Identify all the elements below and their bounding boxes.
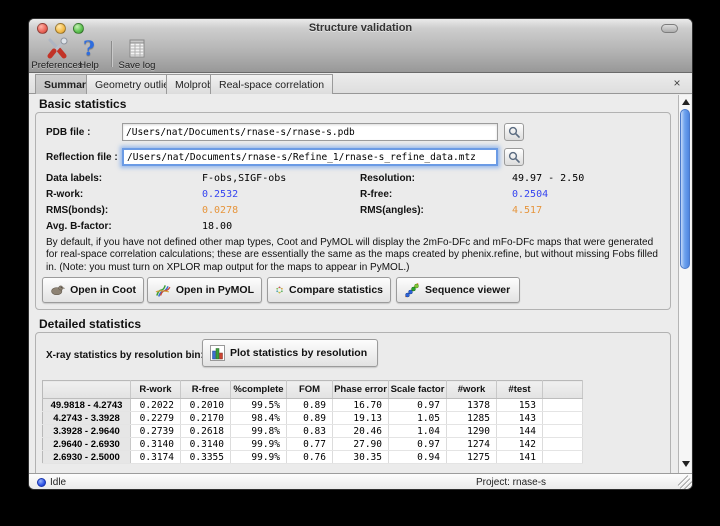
avg-b-factor-value: 18.00	[202, 221, 232, 232]
status-bar: Idle Project: rnase-s	[29, 473, 692, 490]
r-free-label: R-free:	[360, 189, 392, 200]
window-title: Structure validation	[29, 22, 692, 34]
save-log-label: Save log	[119, 60, 156, 71]
bar-chart-icon	[210, 345, 225, 361]
notebook-tab-bar: Summary Geometry outliers Molprobity Rea…	[29, 73, 692, 94]
scroll-down-icon[interactable]	[679, 458, 692, 470]
resolution-value: 49.97 - 2.50	[512, 173, 584, 184]
molecule-ring-icon	[275, 282, 284, 298]
help-button[interactable]: ? Help	[69, 37, 109, 71]
rms-angles-label: RMS(angles):	[360, 205, 424, 216]
r-work-label: R-work:	[46, 189, 83, 200]
resolution-label: Resolution:	[360, 173, 415, 184]
pymol-ribbon-icon	[155, 282, 171, 298]
basic-statistics-groupbox: PDB file : Reflection file : Data labels…	[35, 112, 671, 310]
open-in-pymol-button[interactable]: Open in PyMOL	[147, 277, 262, 303]
scrollbar-thumb[interactable]	[680, 109, 690, 269]
resolution-bin-label: X-ray statistics by resolution bin:	[46, 350, 204, 361]
pdb-file-label: PDB file :	[46, 127, 90, 138]
tab-real-space-correlation[interactable]: Real-space correlation	[210, 74, 333, 94]
structure-validation-window: Structure validation Preferences ? Help	[28, 18, 693, 490]
open-in-coot-label: Open in Coot	[70, 284, 136, 296]
magnifier-icon	[508, 151, 520, 163]
magnifier-icon	[508, 126, 520, 138]
maps-note-text: By default, if you have not defined othe…	[46, 237, 662, 274]
help-question-icon: ?	[77, 37, 101, 59]
rms-angles-value: 4.517	[512, 205, 542, 216]
idle-status-icon	[37, 478, 46, 487]
table-row[interactable]: 49.9818 - 4.2743 0.20220.2010 99.5%0.89 …	[43, 399, 583, 412]
table-row[interactable]: 4.2743 - 3.3928 0.22790.2170 98.4%0.89 1…	[43, 412, 583, 425]
plot-statistics-button[interactable]: Plot statistics by resolution	[202, 339, 378, 367]
summary-panel: Basic statistics PDB file : Reflection f…	[29, 95, 692, 473]
open-in-coot-button[interactable]: Open in Coot	[42, 277, 144, 303]
pdb-file-input[interactable]	[122, 123, 498, 141]
tab-close-icon[interactable]: ×	[670, 76, 684, 90]
basic-statistics-heading: Basic statistics	[39, 97, 126, 111]
detailed-statistics-heading: Detailed statistics	[39, 317, 141, 331]
preferences-tools-icon	[45, 37, 69, 59]
save-log-button[interactable]: Save log	[109, 37, 165, 71]
scroll-up-icon[interactable]	[679, 96, 692, 108]
resize-grip[interactable]	[678, 477, 690, 489]
r-work-value: 0.2532	[202, 189, 238, 200]
open-in-pymol-label: Open in PyMOL	[176, 284, 254, 296]
data-labels-label: Data labels:	[46, 173, 102, 184]
table-row[interactable]: 2.6930 - 2.5000 0.31740.3355 99.9%0.76 3…	[43, 451, 583, 464]
table-row[interactable]: 3.3928 - 2.9640 0.27390.2618 99.8%0.83 2…	[43, 425, 583, 438]
table-row[interactable]: 2.9640 - 2.6930 0.31400.3140 99.9%0.77 2…	[43, 438, 583, 451]
resolution-bin-table[interactable]: R-work R-free %complete FOM Phase error …	[42, 380, 583, 464]
r-free-value: 0.2504	[512, 189, 548, 200]
help-label: Help	[79, 60, 99, 71]
reflection-file-label: Reflection file :	[46, 152, 118, 163]
toolbar-toggle-button[interactable]	[661, 24, 678, 33]
plot-statistics-label: Plot statistics by resolution	[230, 347, 367, 359]
reflection-browse-button[interactable]	[504, 148, 524, 166]
sequence-viewer-label: Sequence viewer	[425, 284, 510, 296]
compare-statistics-button[interactable]: Compare statistics	[267, 277, 391, 303]
save-log-sheet-icon	[125, 37, 149, 59]
compare-statistics-label: Compare statistics	[289, 284, 383, 296]
coot-bird-icon	[50, 283, 65, 297]
sequence-beads-icon	[404, 282, 420, 298]
detailed-statistics-groupbox: X-ray statistics by resolution bin: Plot…	[35, 332, 671, 473]
status-state: Idle	[50, 477, 66, 488]
rms-bonds-label: RMS(bonds):	[46, 205, 108, 216]
window-chrome: Structure validation Preferences ? Help	[29, 19, 692, 73]
reflection-file-input[interactable]	[122, 148, 498, 166]
data-labels-value: F-obs,SIGF-obs	[202, 173, 286, 184]
avg-b-factor-label: Avg. B-factor:	[46, 221, 112, 232]
pdb-browse-button[interactable]	[504, 123, 524, 141]
sequence-viewer-button[interactable]: Sequence viewer	[396, 277, 520, 303]
status-project: Project: rnase-s	[476, 477, 546, 488]
rms-bonds-value: 0.0278	[202, 205, 238, 216]
table-header-row: R-work R-free %complete FOM Phase error …	[43, 381, 583, 399]
vertical-scrollbar[interactable]	[678, 95, 691, 473]
